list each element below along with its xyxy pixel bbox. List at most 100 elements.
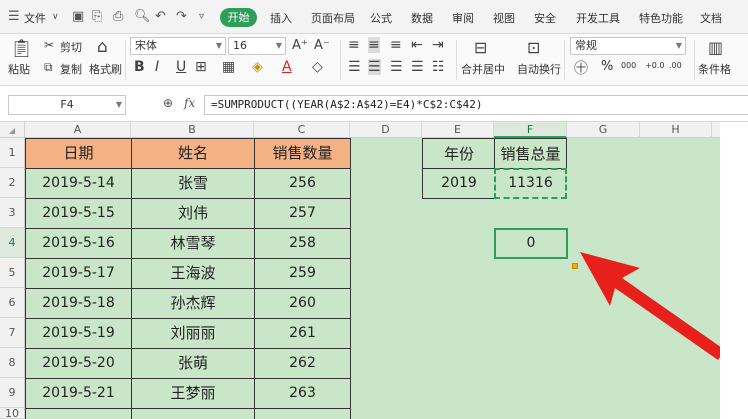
table-cell-name[interactable]	[131, 408, 255, 419]
wrap-text-icon[interactable]: ⊡	[527, 38, 540, 57]
distributed-icon[interactable]: ☷	[432, 59, 445, 75]
paste-icon[interactable]: 📋︎	[10, 38, 33, 59]
tab-home[interactable]: 开始	[220, 8, 257, 27]
column-header-f[interactable]: F	[494, 122, 567, 138]
column-header-a[interactable]: A	[25, 122, 131, 138]
table-header-name[interactable]: 姓名	[131, 138, 255, 169]
table-cell-date[interactable]: 2019-5-15	[25, 198, 132, 229]
tab-review[interactable]: 审阅	[452, 10, 474, 26]
align-middle-icon[interactable]: ≡	[368, 37, 380, 53]
chevron-down-icon[interactable]: ∨	[52, 12, 59, 22]
summary-cell-total[interactable]: 11316	[494, 168, 567, 199]
redo-icon[interactable]: ↷	[176, 9, 187, 24]
table-cell-date[interactable]: 2019-5-16	[25, 228, 132, 259]
row-header-6[interactable]: 6	[0, 288, 25, 318]
table-cell-date[interactable]: 2019-5-20	[25, 348, 132, 379]
summary-cell-year[interactable]: 2019	[422, 168, 495, 199]
table-cell-name[interactable]: 孙杰辉	[131, 288, 255, 319]
currency-icon[interactable]: ㊉	[574, 58, 588, 78]
clear-format-icon[interactable]: ◇	[312, 59, 323, 75]
tab-insert[interactable]: 插入	[270, 10, 292, 26]
table-cell-date[interactable]	[25, 408, 132, 419]
file-menu[interactable]: 文件	[24, 10, 46, 26]
row-header-2[interactable]: 2	[0, 168, 25, 198]
column-header-h[interactable]: H	[640, 122, 712, 138]
conditional-format-button[interactable]: 条件格	[698, 61, 731, 77]
table-cell-date[interactable]: 2019-5-17	[25, 258, 132, 289]
row-header-8[interactable]: 8	[0, 348, 25, 378]
table-cell-quantity[interactable]	[254, 408, 351, 419]
scissors-icon[interactable]: ✂	[44, 38, 54, 52]
table-cell-quantity[interactable]: 259	[254, 258, 351, 289]
table-header-date[interactable]: 日期	[25, 138, 132, 169]
format-painter-icon[interactable]: ⌂	[97, 37, 108, 57]
column-header-c[interactable]: C	[254, 122, 350, 138]
format-painter-button[interactable]: 格式刷	[89, 61, 122, 77]
menu-icon[interactable]: ☰	[8, 9, 20, 24]
row-header-5[interactable]: 5	[0, 258, 25, 288]
column-header-g[interactable]: G	[567, 122, 640, 138]
align-left-icon[interactable]: ☰	[348, 59, 361, 75]
conditional-format-icon[interactable]: ▥	[708, 38, 723, 57]
wrap-text-button[interactable]: 自动换行	[517, 61, 561, 77]
number-format-select[interactable]: 常规 ▼	[570, 37, 686, 55]
summary-header-year[interactable]: 年份	[422, 138, 495, 169]
row-header-4[interactable]: 4	[0, 228, 25, 258]
print-icon[interactable]: ⎙	[113, 9, 123, 24]
increase-font-icon[interactable]: A⁺	[292, 38, 308, 53]
merge-center-button[interactable]: 合并居中	[461, 61, 505, 77]
thousands-button[interactable]: 000	[621, 61, 636, 70]
zoom-icon[interactable]: ⊕	[163, 96, 173, 110]
row-header-9[interactable]: 9	[0, 378, 25, 408]
table-cell-date[interactable]: 2019-5-19	[25, 318, 132, 349]
paste-button[interactable]: 粘贴	[8, 61, 30, 77]
table-cell-quantity[interactable]: 257	[254, 198, 351, 229]
table-cell-quantity[interactable]: 260	[254, 288, 351, 319]
table-cell-date[interactable]: 2019-5-14	[25, 168, 132, 199]
table-cell-date[interactable]: 2019-5-18	[25, 288, 132, 319]
indent-increase-icon[interactable]: ⇥	[432, 37, 444, 53]
fx-icon[interactable]: fx	[184, 96, 195, 110]
cell-f4[interactable]: 0	[494, 228, 568, 259]
align-bottom-icon[interactable]: ≡	[390, 37, 402, 53]
table-cell-quantity[interactable]: 256	[254, 168, 351, 199]
table-cell-name[interactable]: 刘丽丽	[131, 318, 255, 349]
tab-features[interactable]: 特色功能	[639, 10, 683, 26]
justify-icon[interactable]: ☰	[411, 59, 424, 75]
border-icon[interactable]: ⊞	[195, 59, 207, 75]
tab-formulas[interactable]: 公式	[370, 10, 392, 26]
align-right-icon[interactable]: ☰	[390, 59, 403, 75]
table-cell-quantity[interactable]: 262	[254, 348, 351, 379]
font-color-icon[interactable]: A	[282, 59, 292, 75]
table-cell-name[interactable]: 张萌	[131, 348, 255, 379]
italic-icon[interactable]: I	[155, 59, 159, 75]
increase-decimal-button[interactable]: +0.0	[645, 61, 664, 70]
column-header-e[interactable]: E	[422, 122, 494, 138]
formula-input[interactable]: =SUMPRODUCT((YEAR(A$2:A$42)=E4)*C$2:C$42…	[204, 95, 748, 115]
cell-style-icon[interactable]: ▦	[222, 59, 235, 75]
cut-button[interactable]: 剪切	[60, 39, 82, 55]
table-cell-quantity[interactable]: 261	[254, 318, 351, 349]
undo-icon[interactable]: ↶	[155, 9, 166, 24]
export-icon[interactable]: ⎘	[92, 9, 102, 24]
underline-icon[interactable]: U	[176, 59, 186, 75]
select-all-corner[interactable]: ◢	[0, 122, 25, 138]
table-cell-date[interactable]: 2019-5-21	[25, 378, 132, 409]
table-cell-name[interactable]: 王海波	[131, 258, 255, 289]
column-header-b[interactable]: B	[131, 122, 254, 138]
percent-button[interactable]: %	[601, 59, 613, 74]
summary-header-total[interactable]: 销售总量	[494, 138, 567, 169]
column-header-d[interactable]: D	[350, 122, 422, 138]
print-preview-icon[interactable]: 🔍︎	[134, 9, 151, 24]
decrease-decimal-button[interactable]: .00	[669, 61, 682, 70]
font-size-select[interactable]: 16 ▼	[228, 37, 286, 55]
merge-center-icon[interactable]: ⊟	[474, 38, 487, 57]
copy-icon[interactable]: ⧉	[44, 60, 53, 75]
indent-decrease-icon[interactable]: ⇤	[411, 37, 423, 53]
tab-view[interactable]: 视图	[493, 10, 515, 26]
align-top-icon[interactable]: ≡	[348, 37, 360, 53]
worksheet-grid[interactable]: ◢ A B C D E F G H 1 2 3 4 5 6 7 8 9 10 日…	[0, 122, 720, 419]
decrease-font-icon[interactable]: A⁻	[314, 38, 330, 53]
table-header-quantity[interactable]: 销售数量	[254, 138, 351, 169]
align-center-icon[interactable]: ☰	[368, 59, 381, 75]
